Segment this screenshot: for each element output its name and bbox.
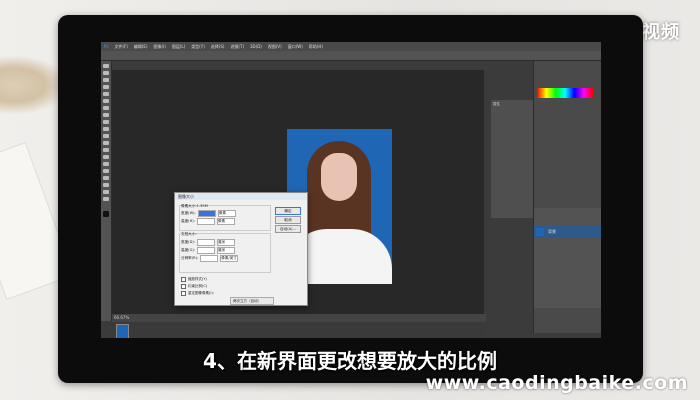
- resample-method-select[interactable]: 两次立方（自动）: [230, 297, 274, 305]
- menu-item-window[interactable]: 窗口(W): [288, 44, 303, 50]
- options-bar: [101, 51, 601, 61]
- status-bar: 66.67%: [112, 314, 486, 322]
- monitor: Ps 文件(F) 编辑(E) 图像(I) 图层(L) 类型(Y) 选择(S) 滤…: [58, 15, 643, 383]
- mini-bridge: [112, 323, 484, 338]
- brush-tool-icon[interactable]: [103, 113, 109, 117]
- move-tool-icon[interactable]: [103, 64, 109, 68]
- menu-item-help[interactable]: 帮助(H): [309, 44, 323, 50]
- check-constrain[interactable]: 约束比例(C): [181, 284, 207, 289]
- layer-row-background[interactable]: 背景: [534, 226, 601, 238]
- checkbox-icon: [181, 277, 186, 282]
- menu-item-image[interactable]: 图像(I): [154, 44, 166, 50]
- doc-size-label: 文档大小:: [181, 231, 197, 236]
- site-watermark: www.caodingbaike.com: [425, 372, 688, 394]
- ps-app-icon: Ps: [104, 44, 109, 49]
- pixel-width-row: 宽度(W): 像素: [181, 209, 236, 217]
- check-resample[interactable]: 重定图像像素(I):: [181, 291, 214, 296]
- menu-item-layer[interactable]: 图层(L): [172, 44, 185, 50]
- menu-bar: Ps 文件(F) 编辑(E) 图像(I) 图层(L) 类型(Y) 选择(S) 滤…: [101, 42, 601, 51]
- blur-tool-icon[interactable]: [103, 148, 109, 152]
- type-tool-icon[interactable]: [103, 169, 109, 173]
- ok-button[interactable]: 确定: [275, 207, 301, 215]
- check-constrain-label: 约束比例(C): [188, 284, 208, 288]
- menu-item-type[interactable]: 类型(Y): [191, 44, 205, 50]
- resolution-label: 分辨率(R):: [181, 255, 199, 260]
- doc-width-label: 宽度(D):: [181, 239, 195, 244]
- doc-width-input[interactable]: [196, 238, 215, 246]
- history-brush-icon[interactable]: [103, 127, 109, 131]
- pixel-height-input[interactable]: [196, 217, 215, 225]
- doc-height-row: 高度(G): 厘米: [181, 246, 235, 254]
- pixel-width-input[interactable]: [197, 209, 216, 217]
- check-scale-styles[interactable]: 缩放样式(Y): [181, 277, 207, 282]
- cancel-button[interactable]: 取消: [275, 216, 301, 224]
- shape-tool-icon[interactable]: [103, 183, 109, 187]
- subtitle-caption: 4、在新界面更改想要放大的比例: [203, 349, 497, 373]
- zoom-level: 66.67%: [114, 315, 130, 320]
- check-scale-styles-label: 缩放样式(Y): [188, 277, 207, 281]
- dodge-tool-icon[interactable]: [103, 155, 109, 159]
- gradient-tool-icon[interactable]: [103, 141, 109, 145]
- doc-height-input[interactable]: [197, 246, 215, 254]
- pixel-size-label: 像素大小:1.39M: [181, 203, 208, 208]
- auto-button[interactable]: 自动(A)...: [275, 225, 301, 233]
- path-select-icon[interactable]: [103, 176, 109, 180]
- menu-item-3d[interactable]: 3D(D): [250, 44, 262, 49]
- pixel-height-unit[interactable]: 像素: [216, 217, 235, 225]
- marquee-tool-icon[interactable]: [103, 71, 109, 75]
- doc-height-label: 高度(G):: [181, 247, 195, 252]
- film-thumbnail[interactable]: [116, 324, 129, 338]
- check-resample-label: 重定图像像素(I):: [188, 291, 214, 295]
- crop-tool-icon[interactable]: [103, 92, 109, 96]
- resolution-row: 分辨率(R): 像素/英寸: [181, 254, 239, 262]
- eyedropper-icon[interactable]: [103, 99, 109, 103]
- pixel-width-label: 宽度(W):: [181, 210, 196, 215]
- doc-width-unit[interactable]: 厘米: [216, 238, 235, 246]
- photo-face-pixelated: [321, 153, 357, 201]
- zoom-tool-icon[interactable]: [103, 197, 109, 201]
- pixel-height-label: 高度(H):: [181, 218, 195, 223]
- layer-thumbnail: [536, 228, 544, 236]
- checkbox-icon: [181, 291, 186, 296]
- pixel-height-row: 高度(H): 像素: [181, 217, 235, 225]
- menu-item-edit[interactable]: 编辑(E): [134, 44, 148, 50]
- foreground-color-swatch[interactable]: [103, 211, 109, 217]
- lasso-tool-icon[interactable]: [103, 78, 109, 82]
- image-size-dialog: 图像大小 像素大小:1.39M 宽度(W): 像素 高度(H): 像素 文档大小…: [174, 192, 308, 306]
- photoshop-window: Ps 文件(F) 编辑(E) 图像(I) 图层(L) 类型(Y) 选择(S) 滤…: [101, 42, 601, 338]
- dialog-title: 图像大小: [175, 193, 307, 200]
- layer-name: 背景: [548, 229, 556, 234]
- pen-tool-icon[interactable]: [103, 162, 109, 166]
- layers-panel: 背景: [534, 208, 601, 308]
- stamp-tool-icon[interactable]: [103, 120, 109, 124]
- color-spectrum[interactable]: [537, 88, 593, 98]
- menu-item-filter[interactable]: 滤镜(T): [230, 44, 244, 50]
- quick-select-icon[interactable]: [103, 85, 109, 89]
- resolution-input[interactable]: [200, 254, 219, 262]
- menu-item-view[interactable]: 视图(V): [268, 44, 282, 50]
- doc-height-unit[interactable]: 厘米: [217, 246, 235, 254]
- doc-width-row: 宽度(D): 厘米: [181, 238, 235, 246]
- menu-item-select[interactable]: 选择(S): [211, 44, 225, 50]
- tools-panel: [101, 61, 112, 321]
- heal-brush-icon[interactable]: [103, 106, 109, 110]
- eraser-tool-icon[interactable]: [103, 134, 109, 138]
- resolution-unit[interactable]: 像素/英寸: [220, 254, 239, 262]
- hand-tool-icon[interactable]: [103, 190, 109, 194]
- checkbox-icon: [181, 284, 186, 289]
- pixel-width-unit[interactable]: 像素: [217, 209, 236, 217]
- menu-item-file[interactable]: 文件(F): [114, 44, 127, 50]
- properties-title: 属性: [493, 102, 500, 106]
